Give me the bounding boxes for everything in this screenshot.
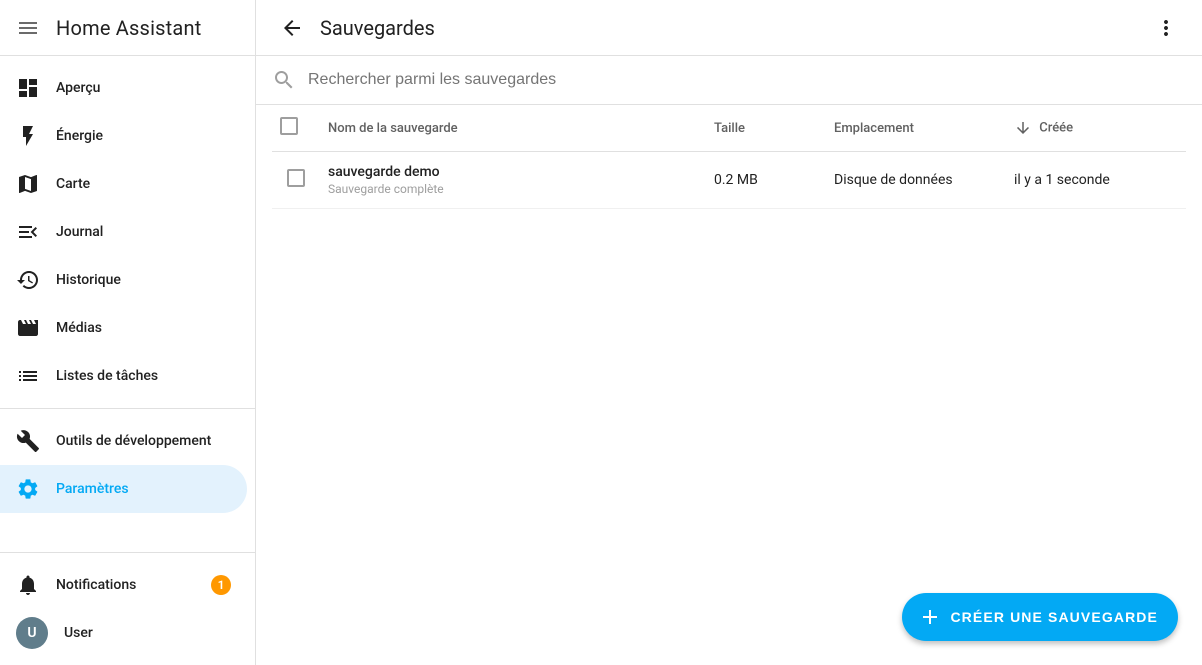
select-all-checkbox[interactable]: [280, 117, 298, 135]
energy-icon: [16, 124, 40, 148]
sidebar-item-notifications-label: Notifications: [56, 577, 136, 593]
media-icon: [16, 316, 40, 340]
page-title: Sauvegardes: [320, 16, 1146, 40]
sidebar-item-carte-label: Carte: [56, 176, 90, 192]
main-header: Sauvegardes: [256, 0, 1202, 56]
table-row[interactable]: sauvegarde demo Sauvegarde complète 0.2 …: [272, 152, 1186, 209]
bell-icon: [16, 573, 40, 597]
sidebar-item-historique-label: Historique: [56, 272, 121, 288]
sidebar-item-dev-tools[interactable]: Outils de développement: [0, 417, 247, 465]
main-body: Nom de la sauvegarde Taille Emplacement …: [256, 56, 1202, 665]
fab-container: CRÉER UNE SAUVEGARDE: [902, 593, 1178, 641]
sidebar-item-parametres-label: Paramètres: [56, 481, 129, 497]
main-content: Sauvegardes: [256, 0, 1202, 665]
row-checkbox[interactable]: [287, 169, 305, 187]
sidebar-item-journal-label: Journal: [56, 224, 103, 240]
col-size: Taille: [706, 105, 826, 152]
app-title: Home Assistant: [56, 16, 201, 40]
backup-info-cell: sauvegarde demo Sauvegarde complète: [320, 152, 706, 209]
map-icon: [16, 172, 40, 196]
settings-icon: [16, 477, 40, 501]
menu-icon[interactable]: [16, 16, 40, 40]
sidebar-item-listes-taches-label: Listes de tâches: [56, 368, 158, 384]
dashboard-icon: [16, 76, 40, 100]
search-icon: [272, 68, 296, 92]
sidebar-item-historique[interactable]: Historique: [0, 256, 247, 304]
table-container: Nom de la sauvegarde Taille Emplacement …: [256, 105, 1202, 665]
sort-down-icon: [1014, 119, 1032, 137]
col-name: Nom de la sauvegarde: [320, 105, 706, 152]
backup-created: il y a 1 seconde: [1006, 152, 1186, 209]
back-button[interactable]: [272, 8, 312, 48]
sidebar-item-energie[interactable]: Énergie: [0, 112, 247, 160]
tasks-icon: [16, 364, 40, 388]
sidebar-bottom: Notifications 1 U User: [0, 552, 255, 665]
sidebar-item-notifications[interactable]: Notifications 1: [0, 561, 247, 609]
backups-table: Nom de la sauvegarde Taille Emplacement …: [272, 105, 1186, 209]
sidebar-item-apercu[interactable]: Aperçu: [0, 64, 247, 112]
sidebar-divider-1: [0, 408, 255, 409]
fab-label: CRÉER UNE SAUVEGARDE: [950, 609, 1158, 625]
col-created: Créée: [1006, 105, 1186, 152]
notifications-badge: 1: [211, 575, 231, 595]
plus-icon: [918, 605, 942, 629]
journal-icon: [16, 220, 40, 244]
select-all-header: [272, 105, 320, 152]
sidebar-item-parametres[interactable]: Paramètres: [0, 465, 247, 513]
search-bar: [256, 56, 1202, 105]
sidebar-header: Home Assistant: [0, 0, 255, 56]
sidebar-item-medias[interactable]: Médias: [0, 304, 247, 352]
sidebar-item-apercu-label: Aperçu: [56, 80, 100, 96]
backup-size: 0.2 MB: [706, 152, 826, 209]
sidebar-item-dev-tools-label: Outils de développement: [56, 433, 211, 449]
dev-tools-icon: [16, 429, 40, 453]
backup-name: sauvegarde demo: [328, 164, 698, 180]
col-location: Emplacement: [826, 105, 1006, 152]
sidebar-item-energie-label: Énergie: [56, 128, 103, 144]
sidebar: Home Assistant Aperçu Énergie: [0, 0, 256, 665]
row-checkbox-cell: [272, 152, 320, 209]
more-button[interactable]: [1146, 8, 1186, 48]
sidebar-nav: Aperçu Énergie Carte: [0, 56, 255, 552]
create-backup-button[interactable]: CRÉER UNE SAUVEGARDE: [902, 593, 1178, 641]
sidebar-item-carte[interactable]: Carte: [0, 160, 247, 208]
history-icon: [16, 268, 40, 292]
backup-type: Sauvegarde complète: [328, 182, 698, 196]
sidebar-item-user-label: User: [64, 625, 93, 641]
avatar: U: [16, 617, 48, 649]
search-input[interactable]: [308, 71, 1186, 89]
backup-location: Disque de données: [826, 152, 1006, 209]
sidebar-item-user[interactable]: U User: [0, 609, 247, 657]
sidebar-item-journal[interactable]: Journal: [0, 208, 247, 256]
sidebar-item-listes-taches[interactable]: Listes de tâches: [0, 352, 247, 400]
sidebar-item-medias-label: Médias: [56, 320, 102, 336]
